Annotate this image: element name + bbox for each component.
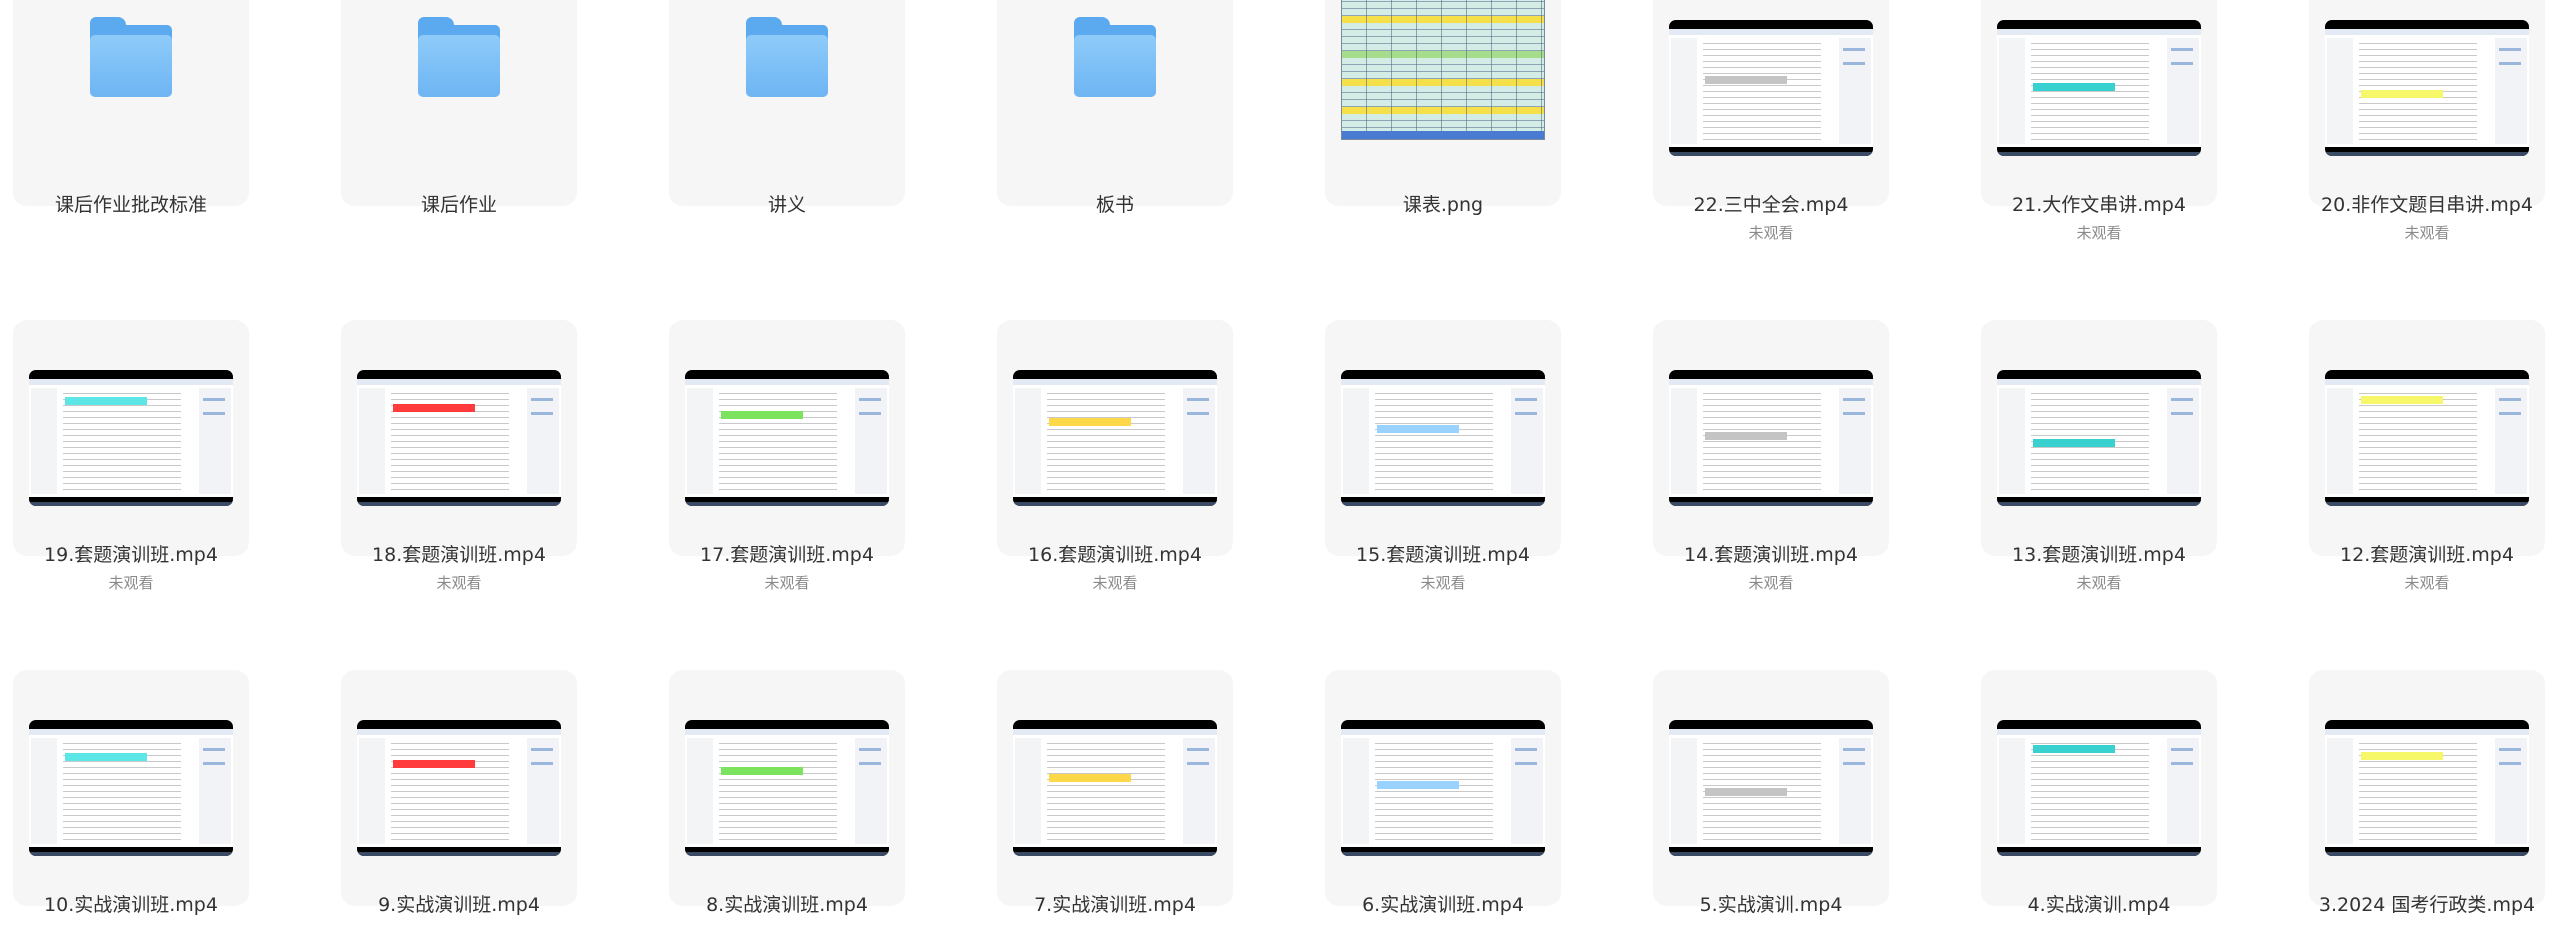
video-preview <box>1997 720 2201 856</box>
video-preview <box>2325 20 2529 156</box>
video-preview <box>2325 370 2529 506</box>
watch-status: 未观看 <box>2404 574 2450 592</box>
video-preview <box>357 720 561 856</box>
watch-status: 未观看 <box>1420 574 1466 592</box>
file-name[interactable]: 22.三中全会.mp4 <box>1605 190 1937 217</box>
file-name[interactable]: 20.非作文题目串讲.mp4 <box>2261 190 2560 217</box>
video-preview <box>1341 370 1545 506</box>
video-preview <box>29 720 233 856</box>
video-preview <box>1669 20 1873 156</box>
file-name[interactable]: 9.实战演训班.mp4 <box>293 890 625 917</box>
video-preview <box>1997 370 2201 506</box>
file-name[interactable]: 10.实战演训班.mp4 <box>0 890 297 917</box>
file-name[interactable]: 15.套题演训班.mp4 <box>1277 540 1609 567</box>
video-thumbnail[interactable] <box>2309 320 2545 556</box>
file-grid: 课后作业批改标准 课后作业 讲义 板书 课表.png 22.三中全会.mp4 未观看 21.大… <box>0 0 2560 945</box>
video-preview <box>1669 370 1873 506</box>
video-thumbnail[interactable] <box>2309 0 2545 206</box>
video-preview <box>357 370 561 506</box>
watch-status: 未观看 <box>108 574 154 592</box>
folder-thumbnail[interactable] <box>997 0 1233 206</box>
file-name[interactable]: 13.套题演训班.mp4 <box>1933 540 2265 567</box>
video-preview <box>1997 20 2201 156</box>
watch-status: 未观看 <box>764 574 810 592</box>
watch-status: 未观看 <box>1092 574 1138 592</box>
folder-icon <box>90 17 172 97</box>
file-name[interactable]: 7.实战演训班.mp4 <box>949 890 1281 917</box>
file-name[interactable]: 5.实战演训.mp4 <box>1605 890 1937 917</box>
video-thumbnail[interactable] <box>1981 670 2217 906</box>
file-name[interactable]: 19.套题演训班.mp4 <box>0 540 297 567</box>
watch-status: 未观看 <box>2404 224 2450 242</box>
folder-icon <box>746 17 828 97</box>
watch-status: 未观看 <box>2076 574 2122 592</box>
folder-icon <box>418 17 500 97</box>
file-name[interactable]: 17.套题演训班.mp4 <box>621 540 953 567</box>
file-name[interactable]: 课后作业 <box>293 190 625 217</box>
video-preview <box>685 370 889 506</box>
video-preview <box>685 720 889 856</box>
folder-thumbnail[interactable] <box>669 0 905 206</box>
video-thumbnail[interactable] <box>997 320 1233 556</box>
video-thumbnail[interactable] <box>1325 670 1561 906</box>
video-thumbnail[interactable] <box>341 670 577 906</box>
file-name[interactable]: 课后作业批改标准 <box>0 190 297 217</box>
video-preview <box>29 370 233 506</box>
file-name[interactable]: 4.实战演训.mp4 <box>1933 890 2265 917</box>
folder-thumbnail[interactable] <box>13 0 249 206</box>
video-thumbnail[interactable] <box>1325 320 1561 556</box>
video-preview <box>1341 720 1545 856</box>
watch-status: 未观看 <box>1748 224 1794 242</box>
file-name[interactable]: 讲义 <box>621 190 953 217</box>
image-thumbnail[interactable] <box>1325 0 1561 206</box>
video-thumbnail[interactable] <box>1981 0 2217 206</box>
video-thumbnail[interactable] <box>2309 670 2545 906</box>
folder-icon <box>1074 17 1156 97</box>
file-name[interactable]: 16.套题演训班.mp4 <box>949 540 1281 567</box>
video-preview <box>1669 720 1873 856</box>
video-thumbnail[interactable] <box>669 320 905 556</box>
file-name[interactable]: 12.套题演训班.mp4 <box>2261 540 2560 567</box>
watch-status: 未观看 <box>436 574 482 592</box>
file-name[interactable]: 21.大作文串讲.mp4 <box>1933 190 2265 217</box>
file-name[interactable]: 14.套题演训班.mp4 <box>1605 540 1937 567</box>
video-thumbnail[interactable] <box>1653 670 1889 906</box>
file-name[interactable]: 8.实战演训班.mp4 <box>621 890 953 917</box>
watch-status: 未观看 <box>1748 574 1794 592</box>
video-preview <box>1013 370 1217 506</box>
video-preview <box>1013 720 1217 856</box>
file-name[interactable]: 课表.png <box>1277 190 1609 217</box>
video-thumbnail[interactable] <box>997 670 1233 906</box>
video-thumbnail[interactable] <box>13 670 249 906</box>
watch-status: 未观看 <box>2076 224 2122 242</box>
file-name[interactable]: 18.套题演训班.mp4 <box>293 540 625 567</box>
file-name[interactable]: 6.实战演训班.mp4 <box>1277 890 1609 917</box>
video-preview <box>2325 720 2529 856</box>
folder-thumbnail[interactable] <box>341 0 577 206</box>
spreadsheet-preview <box>1341 0 1545 140</box>
video-thumbnail[interactable] <box>1981 320 2217 556</box>
video-thumbnail[interactable] <box>1653 320 1889 556</box>
video-thumbnail[interactable] <box>1653 0 1889 206</box>
video-thumbnail[interactable] <box>13 320 249 556</box>
video-thumbnail[interactable] <box>341 320 577 556</box>
file-name[interactable]: 3.2024 国考行政类.mp4 <box>2261 890 2560 917</box>
video-thumbnail[interactable] <box>669 670 905 906</box>
file-name[interactable]: 板书 <box>949 190 1281 217</box>
